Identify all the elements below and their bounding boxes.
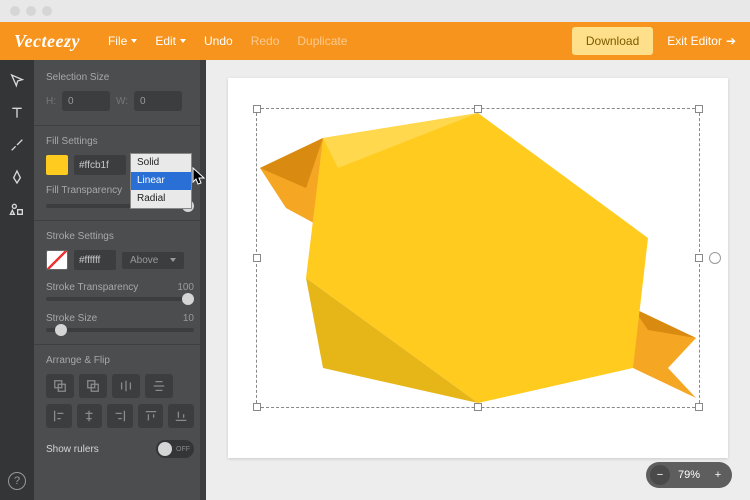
top-menu-bar: Vecteezy File Edit Undo Redo Duplicate D…: [0, 22, 750, 60]
exit-editor-button[interactable]: Exit Editor➔: [667, 34, 736, 48]
fill-option-linear[interactable]: Linear: [131, 172, 191, 190]
properties-sidebar: Selection Size H: W: Fill Settings Solid…: [34, 60, 206, 500]
menu-edit[interactable]: Edit: [155, 34, 186, 48]
stroke-transparency-value: 100: [177, 282, 194, 293]
traffic-light-min[interactable]: [26, 6, 36, 16]
fill-hex-input[interactable]: [74, 155, 126, 175]
show-rulers-label: Show rulers: [46, 444, 99, 455]
brush-tool[interactable]: [4, 132, 30, 158]
height-label: H:: [46, 96, 56, 107]
cursor-icon: [192, 167, 206, 185]
align-center-button[interactable]: [77, 404, 103, 428]
chevron-down-icon: [180, 39, 186, 43]
menu-duplicate[interactable]: Duplicate: [297, 34, 347, 48]
zoom-in-button[interactable]: +: [708, 465, 728, 485]
resize-handle-bl[interactable]: [253, 403, 261, 411]
resize-handle-tr[interactable]: [695, 105, 703, 113]
resize-handle-mr[interactable]: [695, 254, 703, 262]
rotate-handle[interactable]: [709, 252, 721, 264]
fill-option-radial[interactable]: Radial: [131, 190, 191, 208]
send-backward-button[interactable]: [79, 374, 107, 398]
traffic-light-max[interactable]: [42, 6, 52, 16]
selection-size-label: Selection Size: [46, 72, 194, 83]
stroke-settings-label: Stroke Settings: [46, 231, 194, 242]
resize-handle-tl[interactable]: [253, 105, 261, 113]
width-input[interactable]: [134, 91, 182, 111]
zoom-control: − 79% +: [646, 462, 732, 488]
text-tool[interactable]: [4, 100, 30, 126]
stroke-size-value: 10: [183, 313, 194, 324]
stroke-transparency-slider[interactable]: [46, 297, 194, 301]
shapes-tool[interactable]: [4, 196, 30, 222]
resize-handle-bm[interactable]: [474, 403, 482, 411]
brand-logo: Vecteezy: [14, 31, 80, 52]
menu-redo[interactable]: Redo: [251, 34, 280, 48]
pen-tool[interactable]: [4, 164, 30, 190]
tool-rail: ?: [0, 60, 34, 500]
download-button[interactable]: Download: [572, 27, 653, 55]
stroke-hex-input[interactable]: [74, 250, 116, 270]
canvas-area[interactable]: − 79% +: [206, 60, 750, 500]
fill-option-solid[interactable]: Solid: [131, 154, 191, 172]
chevron-down-icon: [170, 258, 176, 262]
fill-color-swatch[interactable]: [46, 155, 68, 175]
align-top-button[interactable]: [138, 404, 164, 428]
height-input[interactable]: [62, 91, 110, 111]
show-rulers-toggle[interactable]: OFF: [156, 440, 194, 458]
align-right-button[interactable]: [107, 404, 133, 428]
browser-chrome: [0, 0, 750, 22]
menu-undo[interactable]: Undo: [204, 34, 233, 48]
artboard[interactable]: [228, 78, 728, 458]
resize-handle-ml[interactable]: [253, 254, 261, 262]
align-bottom-button[interactable]: [168, 404, 194, 428]
select-tool[interactable]: [4, 68, 30, 94]
menu-file[interactable]: File: [108, 34, 137, 48]
flip-horizontal-button[interactable]: [112, 374, 140, 398]
traffic-light-close[interactable]: [10, 6, 20, 16]
zoom-out-button[interactable]: −: [650, 465, 670, 485]
selection-bounding-box[interactable]: [256, 108, 700, 408]
resize-handle-tm[interactable]: [474, 105, 482, 113]
stroke-size-label: Stroke Size: [46, 313, 97, 324]
width-label: W:: [116, 96, 128, 107]
zoom-level: 79%: [672, 469, 706, 481]
resize-handle-br[interactable]: [695, 403, 703, 411]
bring-forward-button[interactable]: [46, 374, 74, 398]
stroke-size-slider[interactable]: [46, 328, 194, 332]
arrow-right-icon: ➔: [726, 34, 736, 48]
flip-vertical-button[interactable]: [145, 374, 173, 398]
align-left-button[interactable]: [46, 404, 72, 428]
chevron-down-icon: [131, 39, 137, 43]
arrange-label: Arrange & Flip: [46, 355, 194, 366]
stroke-transparency-label: Stroke Transparency: [46, 282, 138, 293]
stroke-position-select[interactable]: Above: [122, 252, 184, 269]
help-button[interactable]: ?: [8, 472, 26, 490]
stroke-color-swatch[interactable]: [46, 250, 68, 270]
fill-settings-label: Fill Settings: [46, 136, 194, 147]
fill-type-dropdown[interactable]: Solid Linear Radial: [130, 153, 192, 209]
